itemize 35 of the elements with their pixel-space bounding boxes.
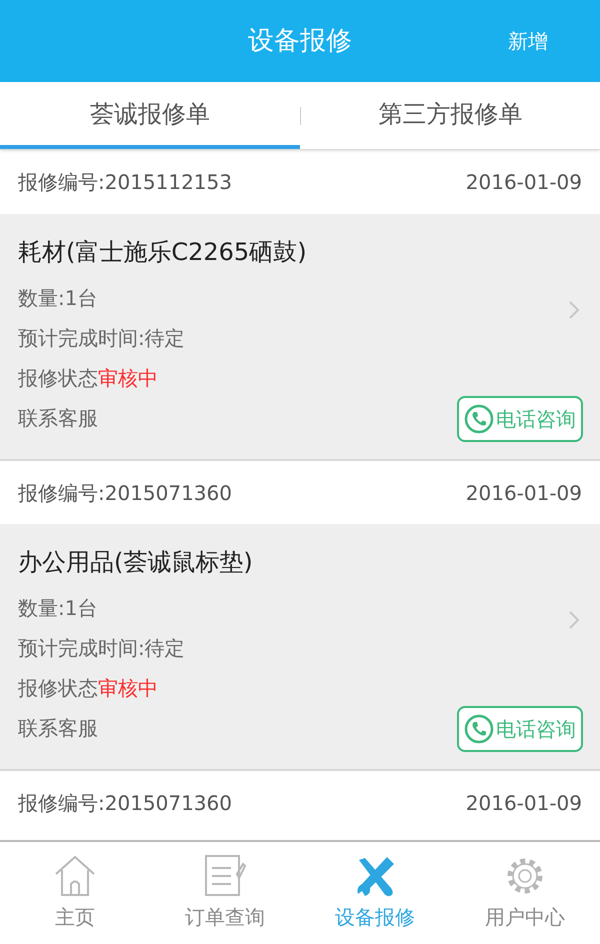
status-label: 报修状态 [18, 675, 98, 702]
order-card[interactable]: 耗材(富士施乐C2265硒鼓) 数量:1台 预计完成时间:待定 报修状态审核中 联系客服 电话咨询 [0, 214, 600, 460]
document-icon [203, 854, 247, 898]
order-date: 2016-01-09 [466, 790, 582, 816]
add-button[interactable]: 新增 [508, 26, 548, 56]
page-title: 设备报修 [248, 24, 352, 58]
status-label: 报修状态 [18, 365, 98, 392]
order-card[interactable]: 办公用品(荟诚鼠标垫) 数量:1台 预计完成时间:待定 报修状态审核中 联系客服 电话咨询 [0, 524, 600, 770]
item-name: 耗材(富士施乐C2265硒鼓) [18, 237, 307, 268]
call-button[interactable]: 电话咨询 [457, 396, 583, 442]
phone-icon [464, 714, 494, 744]
order-detail: 预计完成时间:待定 [18, 325, 185, 352]
status-value: 审核中 [98, 675, 158, 702]
order-date: 2016-01-09 [466, 169, 582, 196]
nav-tab[interactable]: 主页 [0, 842, 150, 944]
nav-tab[interactable]: 设备报修 [300, 842, 450, 944]
chevron-icon [568, 610, 580, 630]
tab[interactable]: 第三方报修单 [300, 82, 600, 149]
nav-tab[interactable]: 订单查询 [150, 842, 300, 944]
item-name: 办公用品(荟诚鼠标垫) [18, 547, 253, 578]
order-detail: 预计完成时间:待定 [18, 635, 185, 662]
phone-icon [464, 404, 494, 434]
nav-tab[interactable]: 用户中心 [450, 842, 600, 944]
contact-label: 联系客服 [18, 715, 98, 742]
house-icon [53, 854, 97, 898]
order-date: 2016-01-09 [466, 480, 582, 506]
call-button[interactable]: 电话咨询 [457, 706, 583, 752]
order-number: 报修编号:2015071360 [18, 480, 232, 506]
order-detail: 数量:1台 [18, 285, 98, 312]
status-value: 审核中 [98, 365, 158, 392]
order-number: 报修编号:2015071360 [18, 790, 232, 816]
contact-label: 联系客服 [18, 405, 98, 432]
chevron-icon [568, 300, 580, 320]
order-detail: 数量:1台 [18, 595, 98, 622]
order-number: 报修编号:2015112153 [18, 169, 232, 196]
